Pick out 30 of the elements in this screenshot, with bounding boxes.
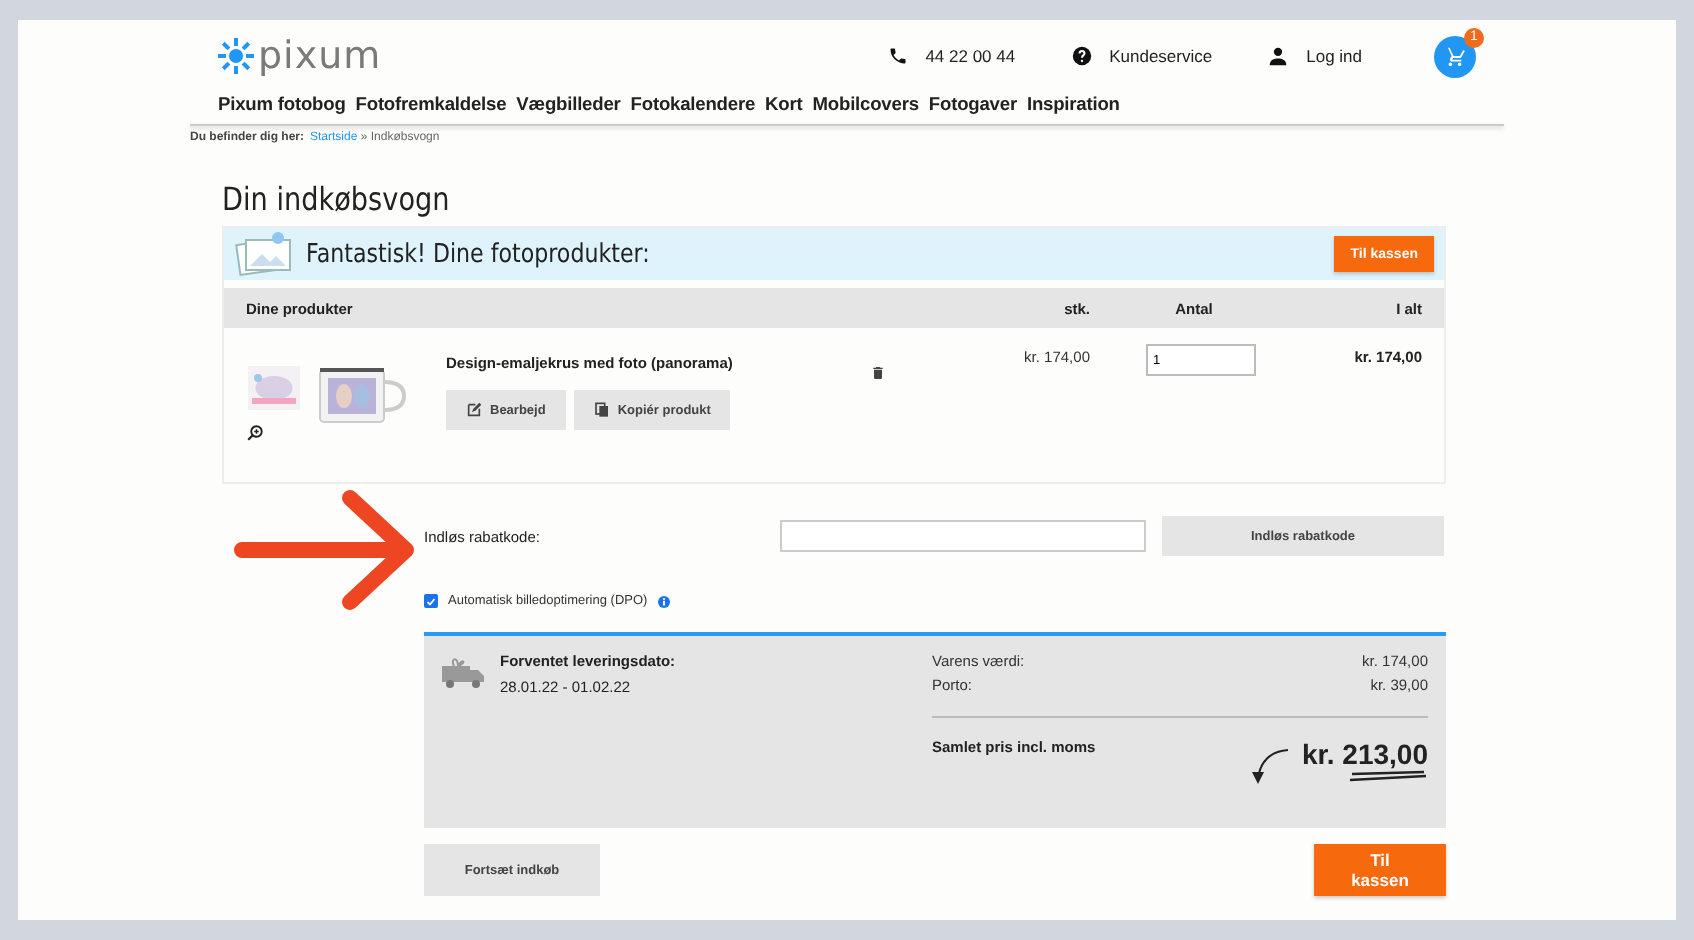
phone-icon xyxy=(887,46,908,66)
photos-icon xyxy=(234,230,294,278)
nav-link[interactable]: Kort xyxy=(765,94,803,114)
dpo-checkbox[interactable] xyxy=(424,594,438,608)
nav-link[interactable]: Fotokalendere xyxy=(630,94,756,114)
logo-text[interactable]: pixum xyxy=(258,34,382,78)
logo-icon xyxy=(218,38,254,74)
delivery-truck-icon xyxy=(438,652,486,692)
copy-icon xyxy=(593,402,610,418)
user-icon xyxy=(1268,46,1289,66)
help-icon xyxy=(1071,46,1092,66)
banner-text: Fantastisk! Dine fotoprodukter: xyxy=(306,239,652,269)
cart-icon xyxy=(1444,45,1466,67)
edit-icon xyxy=(466,402,482,418)
zoom-icon[interactable] xyxy=(246,424,264,442)
nav-link[interactable]: Pixum fotobog xyxy=(218,94,346,114)
info-icon[interactable] xyxy=(657,595,670,607)
nav-link[interactable]: Fotogaver xyxy=(928,94,1017,114)
customer-service-link[interactable]: Kundeservice xyxy=(1109,46,1213,66)
discount-code-field[interactable] xyxy=(780,520,1146,552)
page-title: Din indkøbsvogn xyxy=(222,180,452,218)
trash-icon[interactable] xyxy=(870,364,886,382)
nav-link[interactable]: Inspiration xyxy=(1026,94,1120,114)
nav-link[interactable]: Mobilcovers xyxy=(812,94,919,114)
phone-number[interactable]: 44 22 00 44 xyxy=(925,46,1016,66)
total-price: kr. 213,00 xyxy=(1301,738,1428,770)
underline-mark xyxy=(1348,770,1428,782)
login-link[interactable]: Log ind xyxy=(1306,46,1362,66)
nav-link[interactable]: Fotofremkaldelse xyxy=(355,94,507,114)
nav-link[interactable]: Vægbilleder xyxy=(516,94,621,114)
